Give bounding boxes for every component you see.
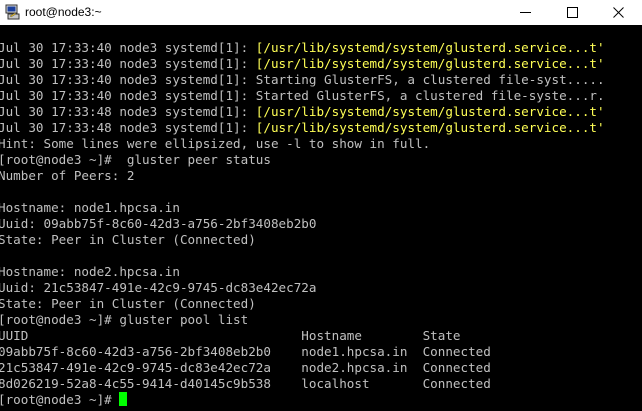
window-title: root@node3:~ — [25, 5, 102, 19]
log-prefix: Jul 30 17:33:48 node3 systemd[1]: — [0, 120, 256, 135]
terminal-line: Jul 30 17:33:40 node3 systemd[1]: [/usr/… — [0, 56, 605, 72]
hint-line: Hint: Some lines were ellipsized, use -l… — [0, 136, 431, 151]
command-line: [root@node3 ~]# gluster pool list — [0, 312, 249, 327]
putty-icon[interactable] — [4, 4, 20, 20]
minimize-button[interactable] — [503, 0, 549, 25]
log-highlight: [/usr/lib/systemd/system/glusterd.servic… — [255, 104, 605, 119]
command-line: [root@node3 ~]# gluster peer status — [0, 152, 271, 167]
table-row: 21c53847-491e-42c9-9745-dc83e42ec72a nod… — [0, 360, 491, 375]
close-button[interactable] — [596, 0, 642, 25]
output-line: Hostname: node1.hpcsa.in — [0, 200, 180, 215]
terminal-line: Jul 30 17:33:40 node3 systemd[1]: Starte… — [0, 88, 605, 104]
table-row: 09abb75f-8c60-42d3-a756-2bf3408eb2b0 nod… — [0, 344, 491, 359]
maximize-button[interactable] — [550, 0, 596, 25]
prompt-line[interactable]: [root@node3 ~]# — [0, 392, 128, 408]
log-highlight: [/usr/lib/systemd/system/glusterd.servic… — [255, 56, 605, 71]
log-text: Jul 30 17:33:40 node3 systemd[1]: Starti… — [0, 72, 605, 87]
terminal-line: Jul 30 17:33:40 node3 systemd[1]: [/usr/… — [0, 40, 605, 56]
output-line: Hostname: node2.hpcsa.in — [0, 264, 180, 279]
log-prefix: Jul 30 17:33:40 node3 systemd[1]: — [0, 40, 256, 55]
log-highlight: [/usr/lib/systemd/system/glusterd.servic… — [255, 120, 605, 135]
output-line: Uuid: 09abb75f-8c60-42d3-a756-2bf3408eb2… — [0, 216, 317, 231]
output-line: State: Peer in Cluster (Connected) — [0, 296, 256, 311]
close-icon — [613, 7, 624, 18]
minimize-icon — [520, 12, 531, 13]
output-line: Uuid: 21c53847-491e-42c9-9745-dc83e42ec7… — [0, 280, 317, 295]
title-bar[interactable]: root@node3:~ — [0, 0, 642, 25]
log-prefix: Jul 30 17:33:48 node3 systemd[1]: — [0, 104, 256, 119]
log-prefix: Jul 30 17:33:40 node3 systemd[1]: — [0, 56, 256, 71]
maximize-icon — [567, 7, 578, 18]
output-line: Number of Peers: 2 — [0, 168, 135, 183]
terminal-line: Jul 30 17:33:48 node3 systemd[1]: [/usr/… — [0, 120, 605, 136]
terminal-output[interactable]: Jul 30 17:33:40 node3 systemd[1]: [/usr/… — [0, 40, 636, 411]
terminal-line: Jul 30 17:33:40 node3 systemd[1]: Starti… — [0, 72, 605, 88]
log-text: Jul 30 17:33:40 node3 systemd[1]: Starte… — [0, 88, 605, 103]
log-highlight: [/usr/lib/systemd/system/glusterd.servic… — [255, 40, 605, 55]
scrollbar[interactable] — [636, 25, 642, 411]
output-line: State: Peer in Cluster (Connected) — [0, 232, 256, 247]
cursor — [119, 392, 128, 406]
terminal-line: Jul 30 17:33:48 node3 systemd[1]: [/usr/… — [0, 104, 605, 120]
table-row: 8d026219-52a8-4c55-9414-d40145c9b538 loc… — [0, 376, 491, 391]
prompt-text: [root@node3 ~]# — [0, 392, 120, 407]
table-header: UUID Hostname State — [0, 328, 461, 343]
